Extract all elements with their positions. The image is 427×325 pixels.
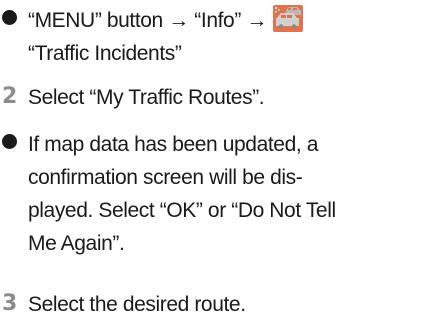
note-line-4: Me Again”.	[28, 232, 125, 255]
step-item-2: 2 Select “My Traffic Routes”.	[0, 81, 427, 114]
bullet-item-map-data-note: If map data has been updated, a confirma…	[0, 128, 427, 260]
bullet-text: “MENU” button → “Info” → “Traffic Incide…	[28, 4, 304, 70]
step-marker: 2	[0, 81, 28, 111]
step-number: 3	[2, 291, 18, 316]
menu-path-text: “MENU” button → “Info” →	[28, 9, 267, 32]
traffic-incidents-text: “Traffic Incidents”	[28, 42, 182, 65]
note-line-1: If map data has been updated, a	[28, 133, 318, 156]
traffic-incidents-icon	[273, 5, 304, 32]
note-line-3: played. Select “OK” or “Do Not Tell	[28, 199, 336, 222]
bullet-dot	[2, 134, 17, 149]
step-text: Select “My Traffic Routes”.	[28, 86, 265, 109]
step-number: 2	[2, 84, 18, 109]
bullet-dot	[2, 10, 17, 25]
bullet-marker	[0, 4, 28, 25]
step-marker: 3	[0, 288, 28, 318]
bullet-text: If map data has been updated, a confirma…	[28, 128, 336, 260]
note-line-2: confirmation screen will be dis-	[28, 166, 303, 189]
manual-page: “MENU” button → “Info” → “Traffic Incide…	[0, 0, 427, 325]
step-item-3: 3 Select the desired route.	[0, 288, 427, 321]
bullet-marker	[0, 128, 28, 149]
bullet-item-navigation-path: “MENU” button → “Info” → “Traffic Incide…	[0, 4, 427, 70]
step-text: Select the desired route.	[28, 293, 246, 316]
